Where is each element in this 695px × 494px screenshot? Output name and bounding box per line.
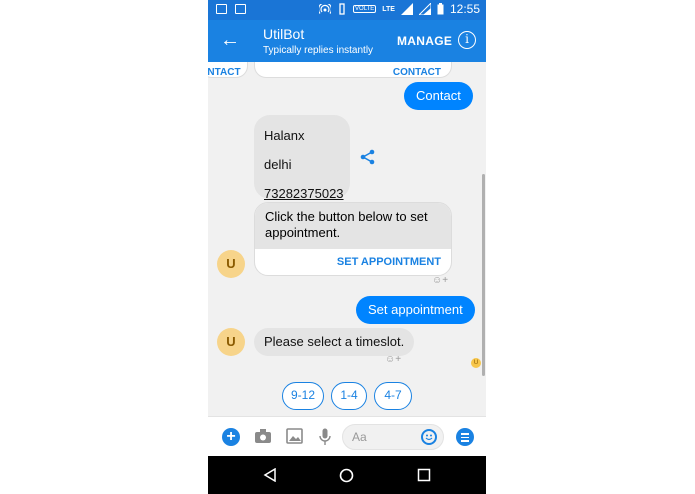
- message-composer: + Aa: [208, 416, 486, 456]
- chat-area[interactable]: NTACT CONTACT Contact Halanx delhi 73282…: [208, 62, 486, 416]
- read-receipt-avatar: U: [471, 358, 481, 368]
- cut-off-card-right: CONTACT: [254, 62, 452, 78]
- signal-2-icon: [418, 3, 431, 15]
- menu-icon[interactable]: [456, 428, 474, 446]
- conversation-title-block[interactable]: UtilBot Typically replies instantly: [263, 26, 373, 56]
- outgoing-message-contact: Contact: [404, 82, 473, 110]
- appointment-card: Click the button below to set appointmen…: [254, 202, 452, 276]
- volte-badge: VOLTE: [353, 5, 377, 13]
- lte-label: LTE: [382, 5, 395, 13]
- camera-icon[interactable]: [254, 428, 272, 444]
- info-icon[interactable]: i: [458, 31, 476, 49]
- bot-subtitle: Typically replies instantly: [263, 45, 374, 56]
- share-icon[interactable]: [360, 149, 376, 165]
- emoji-icon[interactable]: [421, 429, 437, 445]
- bot-avatar: U: [217, 250, 245, 278]
- bot-avatar: U: [217, 328, 245, 356]
- react-emoji-icon[interactable]: ☺+: [432, 275, 448, 286]
- signal-icon: [400, 3, 413, 15]
- contact-city: delhi: [264, 157, 292, 172]
- clock: 12:55: [449, 2, 480, 16]
- status-bar: VOLTE LTE 12:55: [208, 0, 486, 20]
- battery-icon: [437, 3, 444, 15]
- quick-reply-1-4[interactable]: 1-4: [331, 382, 367, 410]
- nav-back-icon[interactable]: [263, 468, 277, 482]
- phone-screen: VOLTE LTE 12:55 ← UtilBot Typically repl…: [208, 0, 486, 494]
- contact-info-bubble: Halanx delhi 73282375023: [254, 115, 350, 201]
- contact-name: Halanx: [264, 128, 305, 143]
- nav-recents-icon[interactable]: [417, 468, 431, 482]
- quick-reply-9-12[interactable]: 9-12: [282, 382, 324, 410]
- plus-icon[interactable]: +: [222, 428, 240, 446]
- vibrate-icon: [339, 3, 345, 15]
- back-arrow-icon[interactable]: ←: [220, 29, 240, 51]
- outgoing-message-set-appointment: Set appointment: [356, 296, 475, 324]
- image-icon[interactable]: [286, 428, 303, 444]
- app-bar: ← UtilBot Typically replies instantly MA…: [208, 20, 486, 62]
- gallery-notification-icon: [216, 4, 227, 14]
- system-navigation-bar: [208, 456, 486, 494]
- calendar-notification-icon: [235, 4, 246, 14]
- scrollbar[interactable]: [482, 174, 485, 376]
- quick-reply-4-7[interactable]: 4-7: [374, 382, 412, 410]
- microphone-icon[interactable]: [319, 428, 331, 446]
- set-appointment-button[interactable]: SET APPOINTMENT: [255, 249, 451, 268]
- manage-button[interactable]: MANAGE: [397, 34, 452, 48]
- bot-name: UtilBot: [263, 26, 305, 42]
- appointment-card-text: Click the button below to set appointmen…: [255, 203, 451, 249]
- cut-off-card-left: NTACT: [208, 62, 248, 78]
- hotspot-icon: [319, 4, 332, 14]
- react-emoji-icon[interactable]: ☺+: [385, 354, 401, 365]
- nav-home-icon[interactable]: [339, 468, 354, 483]
- incoming-message-timeslot: Please select a timeslot.: [254, 328, 415, 356]
